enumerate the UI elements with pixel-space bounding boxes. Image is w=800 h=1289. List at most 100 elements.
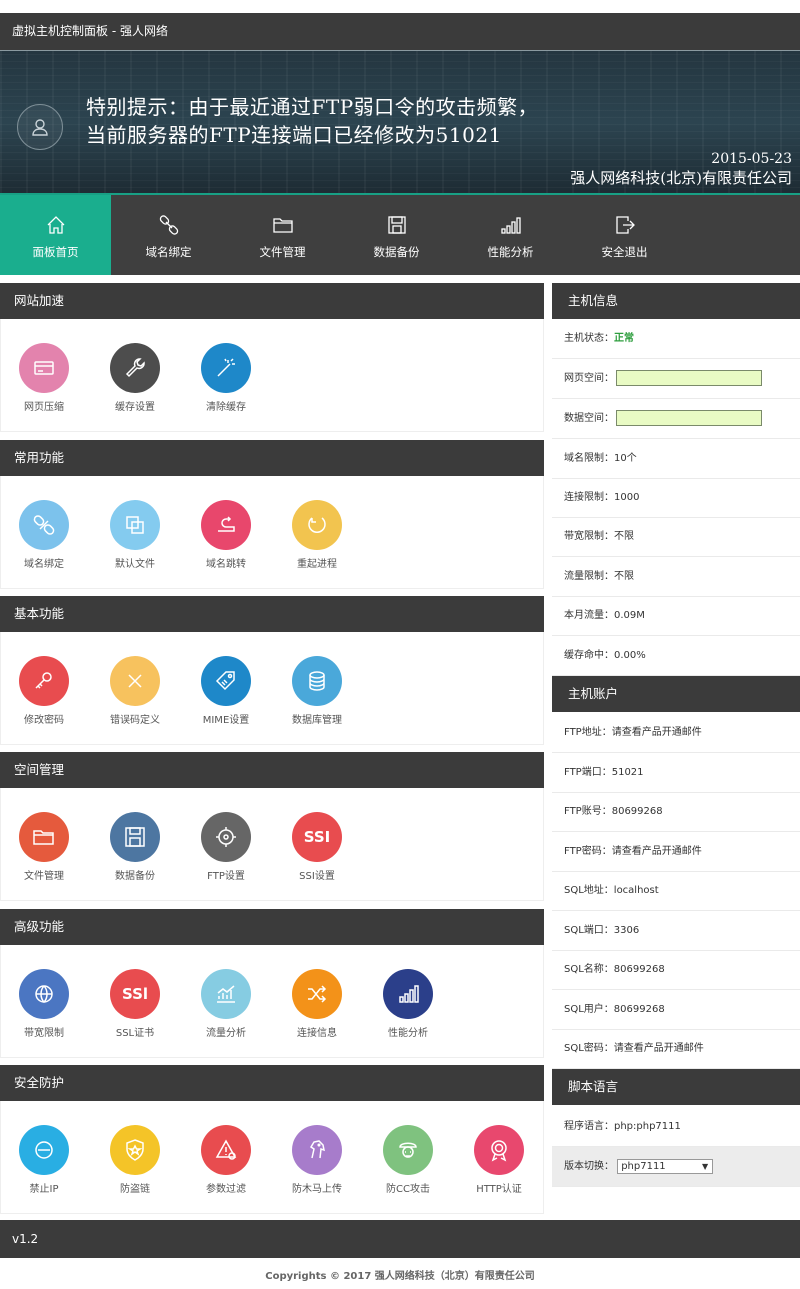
footer-bar: v1.2 [0, 1220, 800, 1258]
traffic-limit-row: 流量限制：不限 [552, 557, 800, 597]
ssl-icon: SSl [110, 969, 160, 1019]
feature-button[interactable]: 参数过滤 [181, 1125, 271, 1205]
feature-label: 修改密码 [24, 715, 64, 726]
notice-company: 强人网络科技(北京)有限责任公司 [570, 169, 792, 187]
section-body: 禁止IP 防盗链 参数过滤 防木马上传 防CC攻击 HTTP认证 [0, 1101, 544, 1214]
version-switch-row: 版本切换： php7111 ▼ [552, 1147, 800, 1187]
nav-files[interactable]: 文件管理 [227, 195, 338, 275]
feature-button[interactable]: 数据备份 [90, 812, 180, 892]
nav-home[interactable]: 面板首页 [0, 195, 111, 275]
feature-button[interactable]: SSl SSL证书 [90, 969, 180, 1049]
feature-button[interactable]: 修改密码 [0, 656, 89, 736]
feature-button[interactable]: 禁止IP [0, 1125, 89, 1205]
section-header: 基本功能 [0, 596, 544, 632]
feature-label: 文件管理 [24, 871, 64, 882]
feature-label: 缓存设置 [115, 402, 155, 413]
avatar[interactable] [17, 104, 63, 150]
host-status-row: 主机状态：正常 [552, 319, 800, 359]
link-icon [159, 215, 179, 235]
account-row: SQL用户：80699268 [552, 990, 800, 1030]
feature-button[interactable]: 流量分析 [181, 969, 271, 1049]
feature-label: 流量分析 [206, 1028, 246, 1039]
host-info-header: 主机信息 [552, 283, 800, 319]
feature-label: SSI设置 [299, 871, 335, 882]
feature-button[interactable]: 防盗链 [90, 1125, 180, 1205]
chart-icon [201, 969, 251, 1019]
section-body: 带宽限制 SSl SSL证书 流量分析 连接信息 性能分析 [0, 945, 544, 1058]
feature-button[interactable]: 重起进程 [272, 500, 362, 580]
feature-label: 默认文件 [115, 559, 155, 570]
notice-date: 2015-05-23 [711, 151, 792, 167]
nav-domain[interactable]: 域名绑定 [113, 195, 224, 275]
notice-line-2: 当前服务器的FTP连接端口已经修改为51021 [86, 123, 502, 147]
nav-label: 面板首页 [32, 245, 79, 259]
main-nav: 面板首页 域名绑定 文件管理 数据备份 性能分析 安全退出 [0, 195, 800, 275]
data-space-row: 数据空间： [552, 399, 800, 439]
section-header: 常用功能 [0, 440, 544, 476]
feature-button[interactable]: HTTP认证 [454, 1125, 544, 1205]
nav-backup[interactable]: 数据备份 [341, 195, 452, 275]
script-lang-header: 脚本语言 [552, 1069, 800, 1105]
feature-button[interactable]: 错误码定义 [90, 656, 180, 736]
host-account-header: 主机账户 [552, 676, 800, 712]
account-row: SQL地址：localhost [552, 871, 800, 911]
account-row: SQL端口：3306 [552, 911, 800, 951]
nav-label: 域名绑定 [145, 245, 192, 259]
floppy-icon [388, 216, 406, 234]
version-select-value: php7111 [621, 1160, 666, 1172]
copy-icon [110, 500, 160, 550]
redirect-icon [201, 500, 251, 550]
feature-button[interactable]: 清除缓存 [181, 343, 271, 423]
feature-button[interactable]: 缓存设置 [90, 343, 180, 423]
feature-label: 防盗链 [120, 1184, 150, 1195]
wrench-icon [110, 343, 160, 393]
feature-button[interactable]: 数据库管理 [272, 656, 362, 736]
feature-button[interactable]: 带宽限制 [0, 969, 89, 1049]
notice-banner: 特别提示：由于最近通过FTP弱口令的攻击频繁， 当前服务器的FTP连接端口已经修… [0, 51, 800, 195]
feature-button[interactable]: MIME设置 [181, 656, 271, 736]
account-row: SQL名称：80699268 [552, 950, 800, 990]
feature-button[interactable]: 连接信息 [272, 969, 362, 1049]
version-select[interactable]: php7111 ▼ [617, 1158, 714, 1174]
feature-button[interactable]: 文件管理 [0, 812, 89, 892]
folder-icon [19, 812, 69, 862]
feature-label: 域名跳转 [206, 559, 246, 570]
feature-button[interactable]: 域名绑定 [0, 500, 89, 580]
feature-button[interactable]: 防木马上传 [272, 1125, 362, 1205]
nav-logout[interactable]: 安全退出 [569, 195, 680, 275]
chevron-down-icon: ▼ [702, 1161, 709, 1171]
signal-icon [383, 969, 433, 1019]
section-header: 安全防护 [0, 1065, 544, 1101]
warning-icon [201, 1125, 251, 1175]
shield-star-icon [110, 1125, 160, 1175]
app-title-bar: 虚拟主机控制面板 - 强人网络 [0, 13, 800, 50]
feature-label: 错误码定义 [110, 715, 160, 726]
refresh-icon [292, 500, 342, 550]
feature-button[interactable]: 性能分析 [363, 969, 453, 1049]
feature-label: 带宽限制 [24, 1028, 64, 1039]
feature-button[interactable]: 默认文件 [90, 500, 180, 580]
feature-label: 禁止IP [29, 1184, 59, 1195]
pirate-icon [383, 1125, 433, 1175]
ssi-icon: SSI [292, 812, 342, 862]
feature-label: 参数过滤 [206, 1184, 246, 1195]
feature-label: 数据备份 [115, 871, 155, 882]
section-body: 文件管理 数据备份 FTP设置 SSI SSI设置 [0, 788, 544, 901]
web-space-label: 网页空间： [564, 373, 614, 384]
section-body: 修改密码 错误码定义 MIME设置 数据库管理 [0, 632, 544, 745]
notice-line-1: 特别提示：由于最近通过FTP弱口令的攻击频繁， [86, 95, 539, 119]
feature-label: 防木马上传 [292, 1184, 342, 1195]
feature-button[interactable]: 防CC攻击 [363, 1125, 453, 1205]
web-space-bar [616, 370, 762, 386]
nav-performance[interactable]: 性能分析 [455, 195, 566, 275]
feature-button[interactable]: FTP设置 [181, 812, 271, 892]
feature-label: 连接信息 [297, 1028, 337, 1039]
feature-button[interactable]: 域名跳转 [181, 500, 271, 580]
app-title: 虚拟主机控制面板 - 强人网络 [12, 24, 168, 38]
bandwidth-limit-row: 带宽限制：不限 [552, 517, 800, 557]
feature-button[interactable]: SSI SSI设置 [272, 812, 362, 892]
feature-label: FTP设置 [207, 871, 245, 882]
feature-button[interactable]: 网页压缩 [0, 343, 89, 423]
account-row: FTP密码：请查看产品开通邮件 [552, 832, 800, 872]
database-icon [292, 656, 342, 706]
